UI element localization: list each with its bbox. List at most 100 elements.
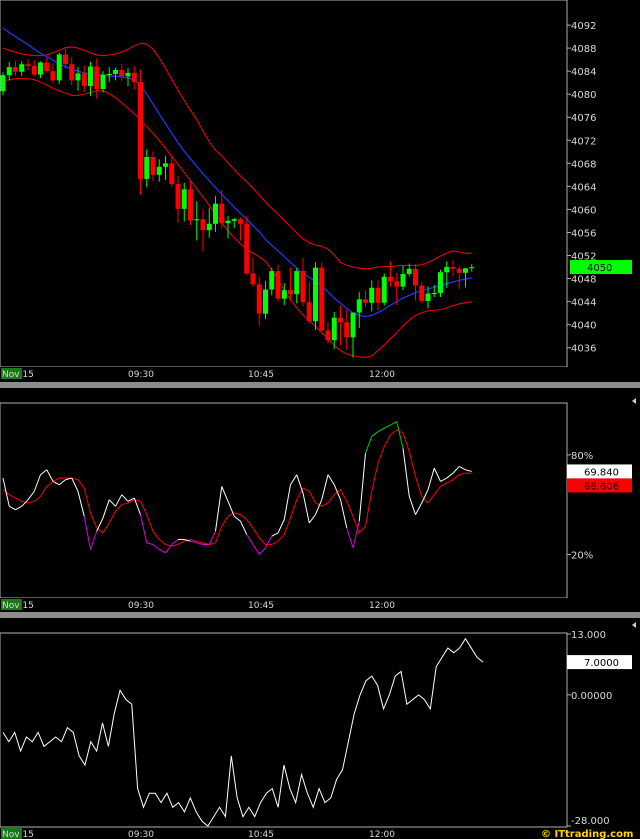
- stoch-fast-seg-60: [371, 431, 379, 437]
- stoch-fast-seg-44: [271, 532, 279, 537]
- candle-body-50: [313, 267, 318, 322]
- candle-body-55: [344, 322, 350, 338]
- osc-ytick-label-0: -28.000: [571, 816, 610, 827]
- stoch-fast-seg-17: [102, 499, 110, 519]
- date-badge-2: Nov 15: [2, 601, 34, 611]
- stoch-fast-seg-62: [384, 424, 391, 429]
- candle-body-52: [325, 330, 331, 341]
- osc-value-line: [2, 637, 484, 827]
- stoch-fast-seg-36: [221, 486, 229, 502]
- stoch-fast-seg-18: [108, 499, 116, 507]
- candle-body-1: [6, 67, 12, 76]
- price-ytick-label-4076: 4076: [571, 113, 596, 124]
- divider-handle-2[interactable]: [632, 622, 636, 628]
- candle-body-4: [25, 64, 31, 66]
- candle-body-25: [156, 166, 162, 175]
- time-axis-bar-1: [0, 367, 630, 382]
- osc-badge-label: 7.0000: [584, 658, 619, 669]
- stoch-fast-seg-50: [308, 514, 316, 524]
- stoch-fast-seg-16: [96, 517, 104, 532]
- stoch-fast-seg-6: [33, 474, 41, 492]
- candle-body-21: [131, 72, 137, 83]
- stoch-fast-seg-8: [46, 469, 54, 482]
- stoch-fast-seg-67: [415, 502, 423, 515]
- stoch-fast-seg-69: [427, 467, 435, 490]
- candle-body-69: [431, 292, 437, 294]
- stoch-fast-seg-3: [15, 505, 22, 511]
- candle-body-45: [281, 290, 287, 299]
- stoch-fast-seg-53: [327, 474, 335, 485]
- stoch-fast-seg-51: [315, 499, 323, 515]
- candle-body-16: [100, 74, 106, 90]
- candle-body-17: [106, 74, 112, 76]
- date-badge-1: Nov 15: [2, 370, 34, 380]
- candle-body-59: [369, 287, 375, 303]
- candle-body-8: [50, 71, 56, 81]
- stoch-fast-seg-40: [246, 534, 254, 545]
- time-label-1-1045: 10:45: [248, 370, 274, 380]
- price-ytick-label-4080: 4080: [571, 90, 596, 101]
- price-ytick-label-4068: 4068: [571, 159, 596, 170]
- candle-body-11: [69, 64, 75, 81]
- candle-body-30: [188, 189, 193, 221]
- price-ytick-label-4044: 4044: [571, 298, 596, 309]
- lower-band-line: [2, 78, 472, 359]
- candle-body-57: [356, 299, 362, 313]
- pane-divider-1[interactable]: [0, 382, 640, 388]
- stoch-fast-seg-61: [377, 427, 385, 433]
- candle-body-24: [150, 156, 156, 175]
- candle-body-39: [244, 223, 250, 274]
- candle-body-46: [288, 290, 293, 295]
- stoch-fast-seg-28: [171, 539, 179, 545]
- stoch-fast-seg-35: [215, 486, 223, 532]
- candle-body-47: [294, 271, 300, 295]
- stoch-fast-seg-43: [265, 535, 273, 549]
- candle-body-22: [138, 82, 143, 179]
- candle-body-37: [231, 219, 237, 221]
- divider-handle-1[interactable]: [632, 398, 636, 404]
- candle-body-42: [263, 289, 268, 314]
- stoch-fast-seg-66: [408, 496, 416, 515]
- candle-body-14: [88, 66, 93, 87]
- candle-body-19: [119, 69, 125, 77]
- stoch-slow-line: [2, 429, 472, 547]
- candle-body-73: [456, 268, 462, 273]
- candle-body-33: [206, 223, 212, 231]
- price-ytick-label-4060: 4060: [571, 205, 596, 216]
- pane-divider-2[interactable]: [0, 612, 640, 618]
- stoch-fast-seg-15: [90, 531, 98, 550]
- candle-body-67: [419, 285, 425, 302]
- candle-body-10: [63, 54, 68, 65]
- osc-badge: 7.0000: [567, 655, 632, 670]
- stoch-fast-seg-1: [2, 477, 10, 507]
- stoch-fast-seg-25: [152, 544, 160, 550]
- price-ytick-label-4084: 4084: [571, 67, 596, 78]
- candle-body-31: [194, 219, 200, 221]
- price-ytick-label-4048: 4048: [571, 275, 596, 286]
- time-label-3-1045: 10:45: [248, 830, 274, 839]
- stoch-fast-seg-59: [365, 436, 373, 454]
- osc-plot-frame: [0, 632, 568, 828]
- candle-body-48: [300, 271, 306, 303]
- stoch-fast-seg-49: [302, 492, 310, 524]
- stoch-fast-seg-68: [421, 489, 429, 504]
- time-axis-bar-2: [0, 598, 630, 612]
- stoch-fast-seg-46: [283, 484, 291, 520]
- stoch-fast-seg-73: [452, 466, 460, 474]
- candle-body-68: [425, 293, 431, 302]
- price-ytick-label-4056: 4056: [571, 228, 596, 239]
- price-plot-frame: [0, 0, 568, 368]
- stoch-fast-seg-63: [390, 421, 397, 426]
- candle-body-65: [406, 268, 412, 274]
- oscillator-pane: -28.000 0.00000 13.000 7.0000 Nov 15 09:30…: [0, 630, 633, 839]
- candle-body-53: [331, 317, 337, 341]
- stoch-fast-seg-70: [433, 467, 441, 482]
- stoch-fast-seg-24: [146, 542, 154, 545]
- stoch-fast-seg-39: [240, 521, 248, 535]
- stoch-fast-badge-label: 69.840: [584, 467, 619, 478]
- candle-body-7: [44, 62, 50, 72]
- candle-body-75: [469, 267, 475, 269]
- chart-stage: 4036404040444048405240564060406440684072…: [0, 0, 640, 839]
- stochastic-pane: 20%80% 69.840 68.606 Nov 15 09:30 10:45 …: [0, 402, 632, 612]
- stoch-ytick-label-20: 20%: [571, 550, 593, 561]
